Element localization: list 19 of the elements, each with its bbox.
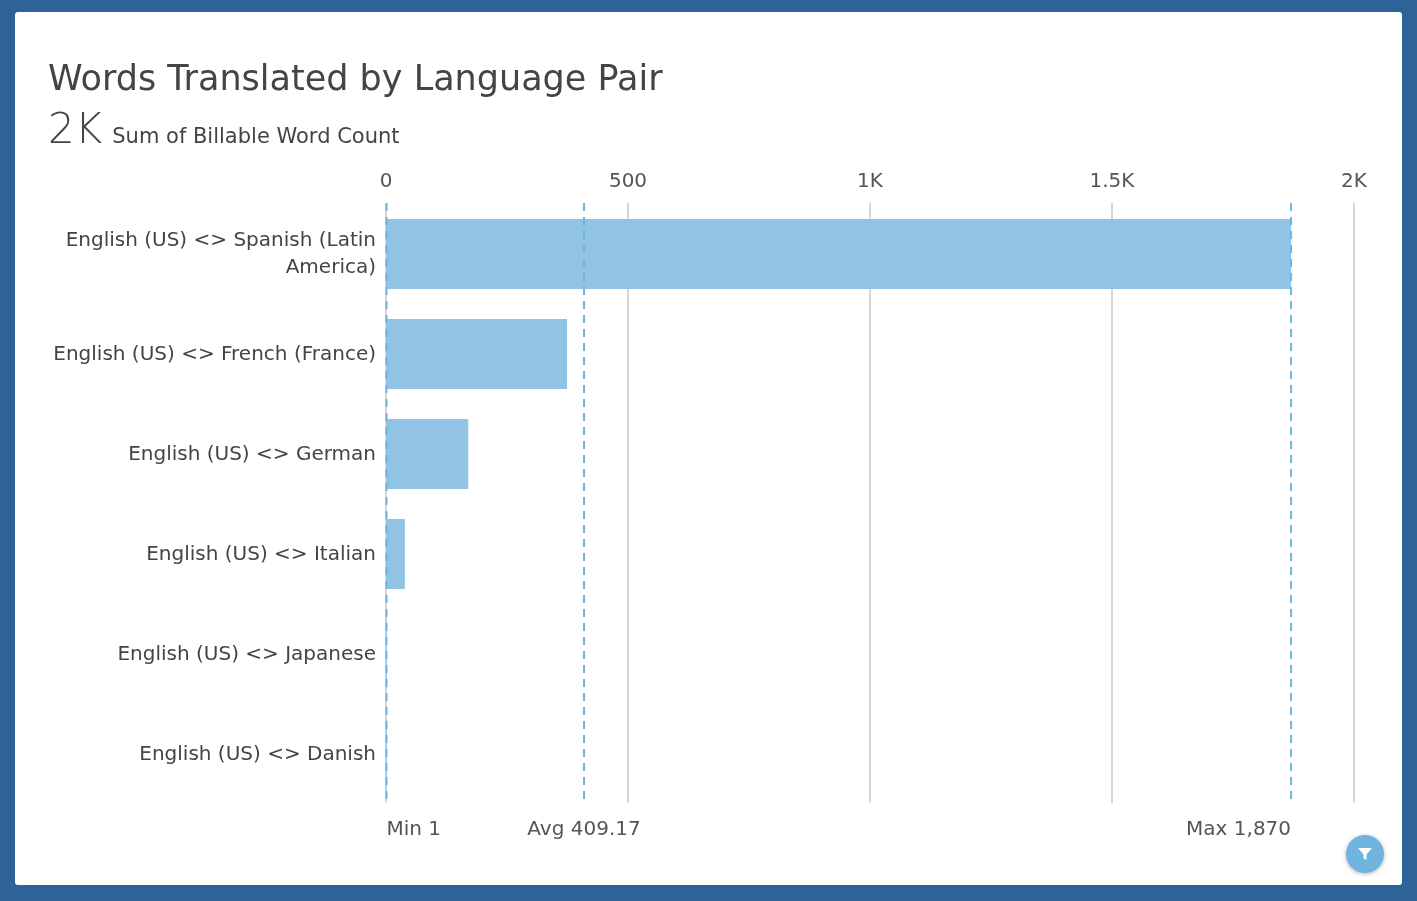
filter-icon	[1357, 846, 1373, 862]
measure-label: Sum of Billable Word Count	[112, 124, 400, 148]
axis-tick-label: 0	[379, 168, 393, 192]
axis-tick-label: 1.5K	[1089, 168, 1135, 192]
axis-tick-label: 1K	[857, 168, 883, 192]
category-label: English (US) <> Italian	[146, 539, 376, 567]
axis-tick-label: 2K	[1341, 168, 1367, 192]
chart-title: Words Translated by Language Pair	[48, 58, 664, 98]
category-label: English (US) <> Japanese	[117, 639, 376, 667]
reference-label: Max 1,870	[1186, 816, 1292, 840]
category-label: English (US) <> Spanish (Latin America)	[64, 226, 376, 280]
category-label: English (US) <> Danish	[139, 739, 376, 767]
axis-tick-label: 500	[608, 168, 648, 192]
category-label: English (US) <> French (France)	[53, 339, 376, 367]
filter-button[interactable]	[1346, 835, 1384, 873]
reference-label: Avg 409.17	[527, 816, 641, 840]
category-label: English (US) <> German	[128, 439, 376, 467]
total-value: 2K	[48, 104, 103, 153]
reference-label: Min 1	[386, 816, 442, 840]
